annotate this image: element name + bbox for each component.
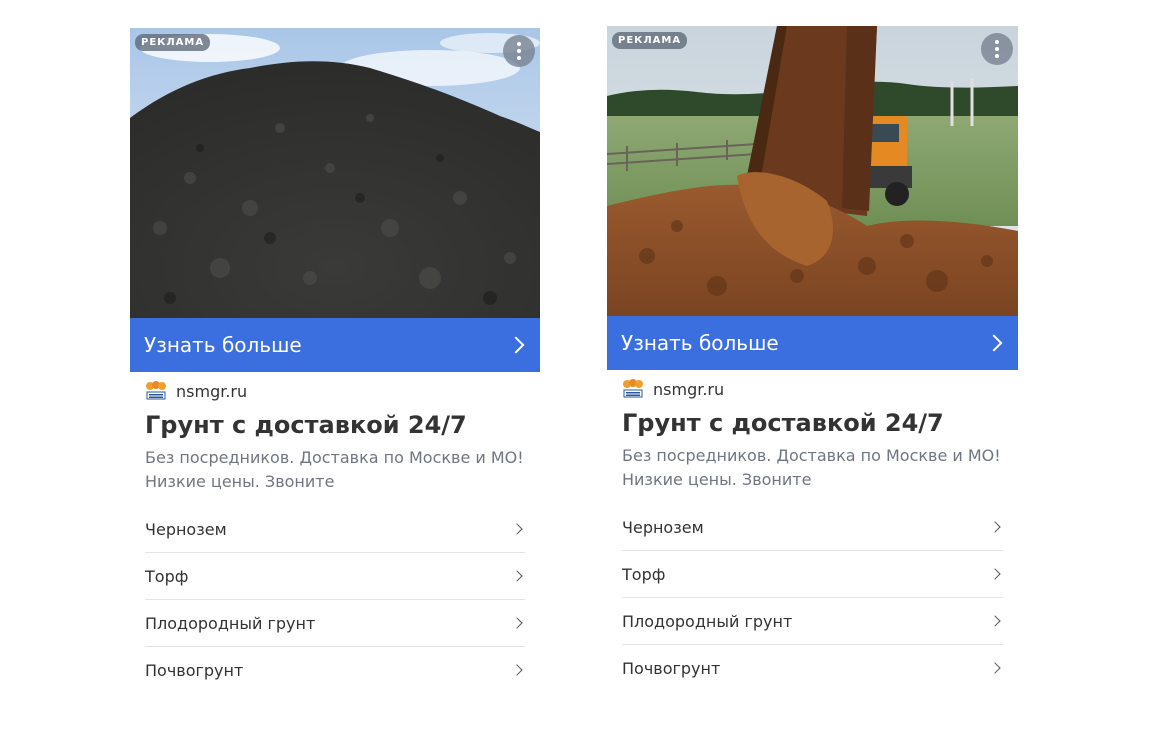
- chevron-right-icon: [511, 664, 523, 676]
- advertiser-domain[interactable]: nsmgr.ru: [622, 378, 1003, 400]
- chevron-right-icon: [507, 336, 525, 354]
- sitelink-label: Плодородный грунт: [622, 611, 793, 631]
- more-options-icon[interactable]: [981, 33, 1013, 65]
- chevron-right-icon: [989, 568, 1001, 580]
- sitelink-chernozem[interactable]: Чернозем: [622, 504, 1003, 551]
- favicon-icon: [623, 379, 643, 398]
- sitelink-fertile-soil[interactable]: Плодородный грунт: [622, 598, 1003, 645]
- favicon-icon: [146, 381, 166, 400]
- sitelink-label: Плодородный грунт: [145, 613, 316, 633]
- dump-truck-image: [607, 26, 1018, 316]
- ad-card-1[interactable]: РЕКЛАМА Узнать больше nsmgr.ru Грунт с д…: [130, 28, 540, 693]
- advertiser-domain[interactable]: nsmgr.ru: [145, 380, 525, 402]
- chevron-right-icon: [989, 615, 1001, 627]
- sitelink-potting-soil[interactable]: Почвогрунт: [622, 645, 1003, 691]
- sitelink-label: Почвогрунт: [622, 658, 721, 678]
- learn-more-button[interactable]: Узнать больше: [130, 318, 540, 372]
- learn-more-label: Узнать больше: [621, 331, 779, 355]
- sitelink-torf[interactable]: Торф: [622, 551, 1003, 598]
- chevron-right-icon: [511, 617, 523, 629]
- domain-text: nsmgr.ru: [176, 381, 248, 401]
- ad-title[interactable]: Грунт с доставкой 24/7: [622, 408, 1003, 438]
- sitelink-torf[interactable]: Торф: [145, 553, 525, 600]
- chevron-right-icon: [511, 570, 523, 582]
- ad-title[interactable]: Грунт с доставкой 24/7: [145, 410, 525, 440]
- ad-image-soil[interactable]: РЕКЛАМА: [130, 28, 540, 318]
- ad-card-2[interactable]: РЕКЛАМА Узнать больше nsmgr.ru Грунт с д…: [607, 26, 1018, 691]
- more-options-icon[interactable]: [503, 35, 535, 67]
- sitelinks: Чернозем Торф Плодородный грунт Почвогру…: [622, 504, 1003, 691]
- sitelink-label: Торф: [145, 566, 189, 586]
- sitelink-label: Почвогрунт: [145, 660, 244, 680]
- chevron-right-icon: [989, 662, 1001, 674]
- soil-pile-image: [130, 28, 540, 318]
- ad-description: Без посредников. Доставка по Москве и МО…: [622, 446, 1001, 489]
- ad-image-truck[interactable]: РЕКЛАМА: [607, 26, 1018, 316]
- sitelink-label: Торф: [622, 564, 666, 584]
- ad-badge: РЕКЛАМА: [135, 34, 211, 51]
- sitelink-label: Чернозем: [622, 517, 704, 537]
- chevron-right-icon: [985, 334, 1003, 352]
- learn-more-button[interactable]: Узнать больше: [607, 316, 1018, 370]
- sitelink-label: Чернозем: [145, 519, 227, 539]
- learn-more-label: Узнать больше: [144, 333, 302, 357]
- domain-text: nsmgr.ru: [653, 379, 725, 399]
- sitelink-fertile-soil[interactable]: Плодородный грунт: [145, 600, 525, 647]
- chevron-right-icon: [511, 523, 523, 535]
- sitelinks: Чернозем Торф Плодородный грунт Почвогру…: [145, 506, 525, 693]
- sitelink-chernozem[interactable]: Чернозем: [145, 506, 525, 553]
- ad-badge: РЕКЛАМА: [612, 32, 688, 49]
- chevron-right-icon: [989, 521, 1001, 533]
- ad-description: Без посредников. Доставка по Москве и МО…: [145, 448, 524, 491]
- sitelink-potting-soil[interactable]: Почвогрунт: [145, 647, 525, 693]
